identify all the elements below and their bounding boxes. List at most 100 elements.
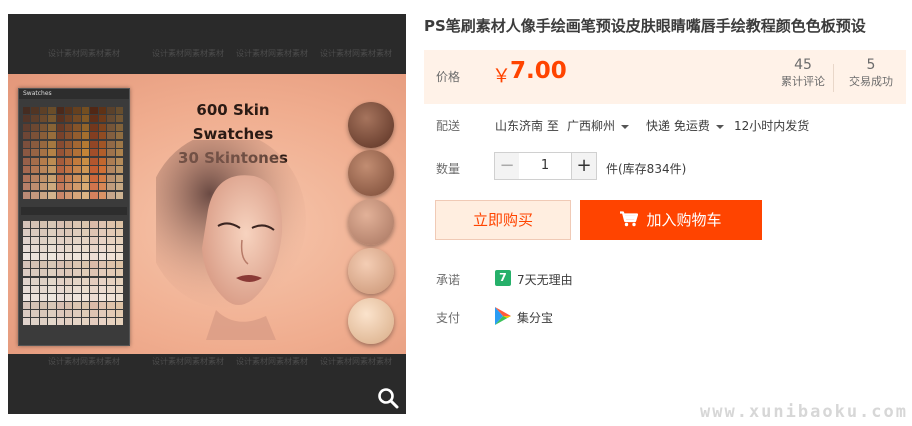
buy-now-button[interactable]: 立即购买 [435, 200, 571, 240]
swatch-cell [81, 253, 90, 261]
swatch-cell [48, 115, 56, 123]
add-to-cart-button[interactable]: 加入购物车 [580, 200, 762, 240]
dispatch-time: 12小时内发货 [734, 119, 810, 133]
swatch-cell [39, 107, 48, 114]
swatch-cell [90, 253, 98, 261]
swatch-cell [115, 229, 123, 237]
swatch-cell [39, 277, 48, 285]
swatch-cell [115, 269, 123, 277]
swatch-cell [115, 301, 123, 309]
swatch-cell [23, 285, 31, 293]
swatch-cell [48, 183, 56, 191]
quantity-increase-button[interactable]: + [571, 152, 597, 180]
swatch-cell [115, 285, 123, 293]
swatch-cell [90, 149, 98, 157]
swatch-cell [98, 277, 107, 285]
chevron-down-icon [715, 124, 724, 129]
swatch-cell [31, 269, 39, 277]
swatch-cell [73, 132, 81, 140]
swatch-cell [23, 174, 31, 182]
swatch-cell [23, 140, 31, 148]
swatch-cell [65, 191, 73, 199]
image-watermark: 设计素材网素材素材 [48, 357, 120, 366]
swatch-cell [107, 237, 115, 245]
swatch-cell [48, 301, 56, 309]
swatch-cell [39, 166, 48, 174]
swatch-cell [31, 229, 39, 237]
swatch-grid-top [23, 107, 123, 199]
swatch-cell [65, 174, 73, 182]
swatch-cell [23, 157, 31, 165]
swatch-cell [31, 140, 39, 148]
swatch-cell [31, 107, 39, 114]
swatch-cell [31, 123, 39, 131]
swatch-cell [31, 183, 39, 191]
swatch-cell [115, 237, 123, 245]
swatch-cell [107, 140, 115, 148]
swatch-cell [56, 166, 65, 174]
swatch-cell [56, 123, 65, 131]
swatch-cell [90, 245, 98, 253]
swatch-cell [98, 191, 107, 199]
jifenbao-icon [495, 307, 511, 325]
shipping-select[interactable]: 快递 免运费 [646, 117, 724, 134]
swatch-cell [48, 237, 56, 245]
swatch-cell [31, 301, 39, 309]
swatch-cell [56, 245, 65, 253]
reviews-stat[interactable]: 45 累计评论 [772, 56, 834, 90]
swatch-cell [31, 132, 39, 140]
swatch-cell [23, 149, 31, 157]
swatch-cell [48, 269, 56, 277]
product-main-image[interactable]: 设计素材网素材素材 设计素材网素材素材 设计素材网素材素材 设计素材网素材素材 … [8, 14, 406, 414]
swatch-cell [81, 157, 90, 165]
quantity-decrease-button[interactable]: − [494, 152, 520, 180]
quantity-input[interactable]: 1 [519, 152, 571, 180]
swatch-cell [65, 261, 73, 269]
swatch-cell [39, 261, 48, 269]
swatch-cell [98, 140, 107, 148]
swatch-cell [98, 221, 107, 228]
image-watermark: 设计素材网素材素材 [320, 49, 392, 58]
skin-tone-ball [348, 150, 394, 196]
swatch-cell [23, 261, 31, 269]
swatch-cell [81, 132, 90, 140]
swatch-cell [65, 285, 73, 293]
swatch-cell [115, 293, 123, 301]
destination-select[interactable]: 广西柳州 [567, 117, 630, 134]
swatch-cell [23, 115, 31, 123]
swatch-cell [48, 293, 56, 301]
promise-text[interactable]: 7天无理由 [517, 271, 573, 288]
swatch-cell [90, 317, 98, 325]
swatch-cell [107, 229, 115, 237]
swatch-cell [107, 293, 115, 301]
swatch-cell [48, 191, 56, 199]
swatch-cell [107, 191, 115, 199]
product-title: PS笔刷素材人像手绘画笔预设皮肤眼睛嘴唇手绘教程颜色色板预设 [424, 17, 866, 35]
swatch-cell [23, 221, 31, 228]
swatch-cell [107, 157, 115, 165]
image-watermark: 设计素材网素材素材 [48, 49, 120, 58]
zoom-icon[interactable] [376, 386, 400, 410]
swatch-cell [48, 166, 56, 174]
swatch-cell [107, 317, 115, 325]
swatch-cell [65, 317, 73, 325]
swatch-cell [31, 221, 39, 228]
stock-info: 件(库存834件) [606, 162, 687, 176]
swatch-cell [115, 107, 123, 114]
swatch-cell [56, 269, 65, 277]
product-artwork: Swatches 600 Skin Swatches 30 Skintones [8, 74, 406, 354]
swatch-cell [98, 157, 107, 165]
swatch-cell [23, 269, 31, 277]
swatch-cell [81, 174, 90, 182]
swatch-cell [31, 237, 39, 245]
swatch-cell [73, 123, 81, 131]
swatch-cell [81, 245, 90, 253]
swatch-cell [65, 183, 73, 191]
payment-method[interactable]: 集分宝 [517, 309, 553, 326]
swatch-cell [56, 191, 65, 199]
swatch-cell [73, 174, 81, 182]
swatch-cell [65, 269, 73, 277]
promise-label: 承诺 [436, 273, 461, 287]
swatch-cell [73, 269, 81, 277]
swatch-cell [56, 285, 65, 293]
